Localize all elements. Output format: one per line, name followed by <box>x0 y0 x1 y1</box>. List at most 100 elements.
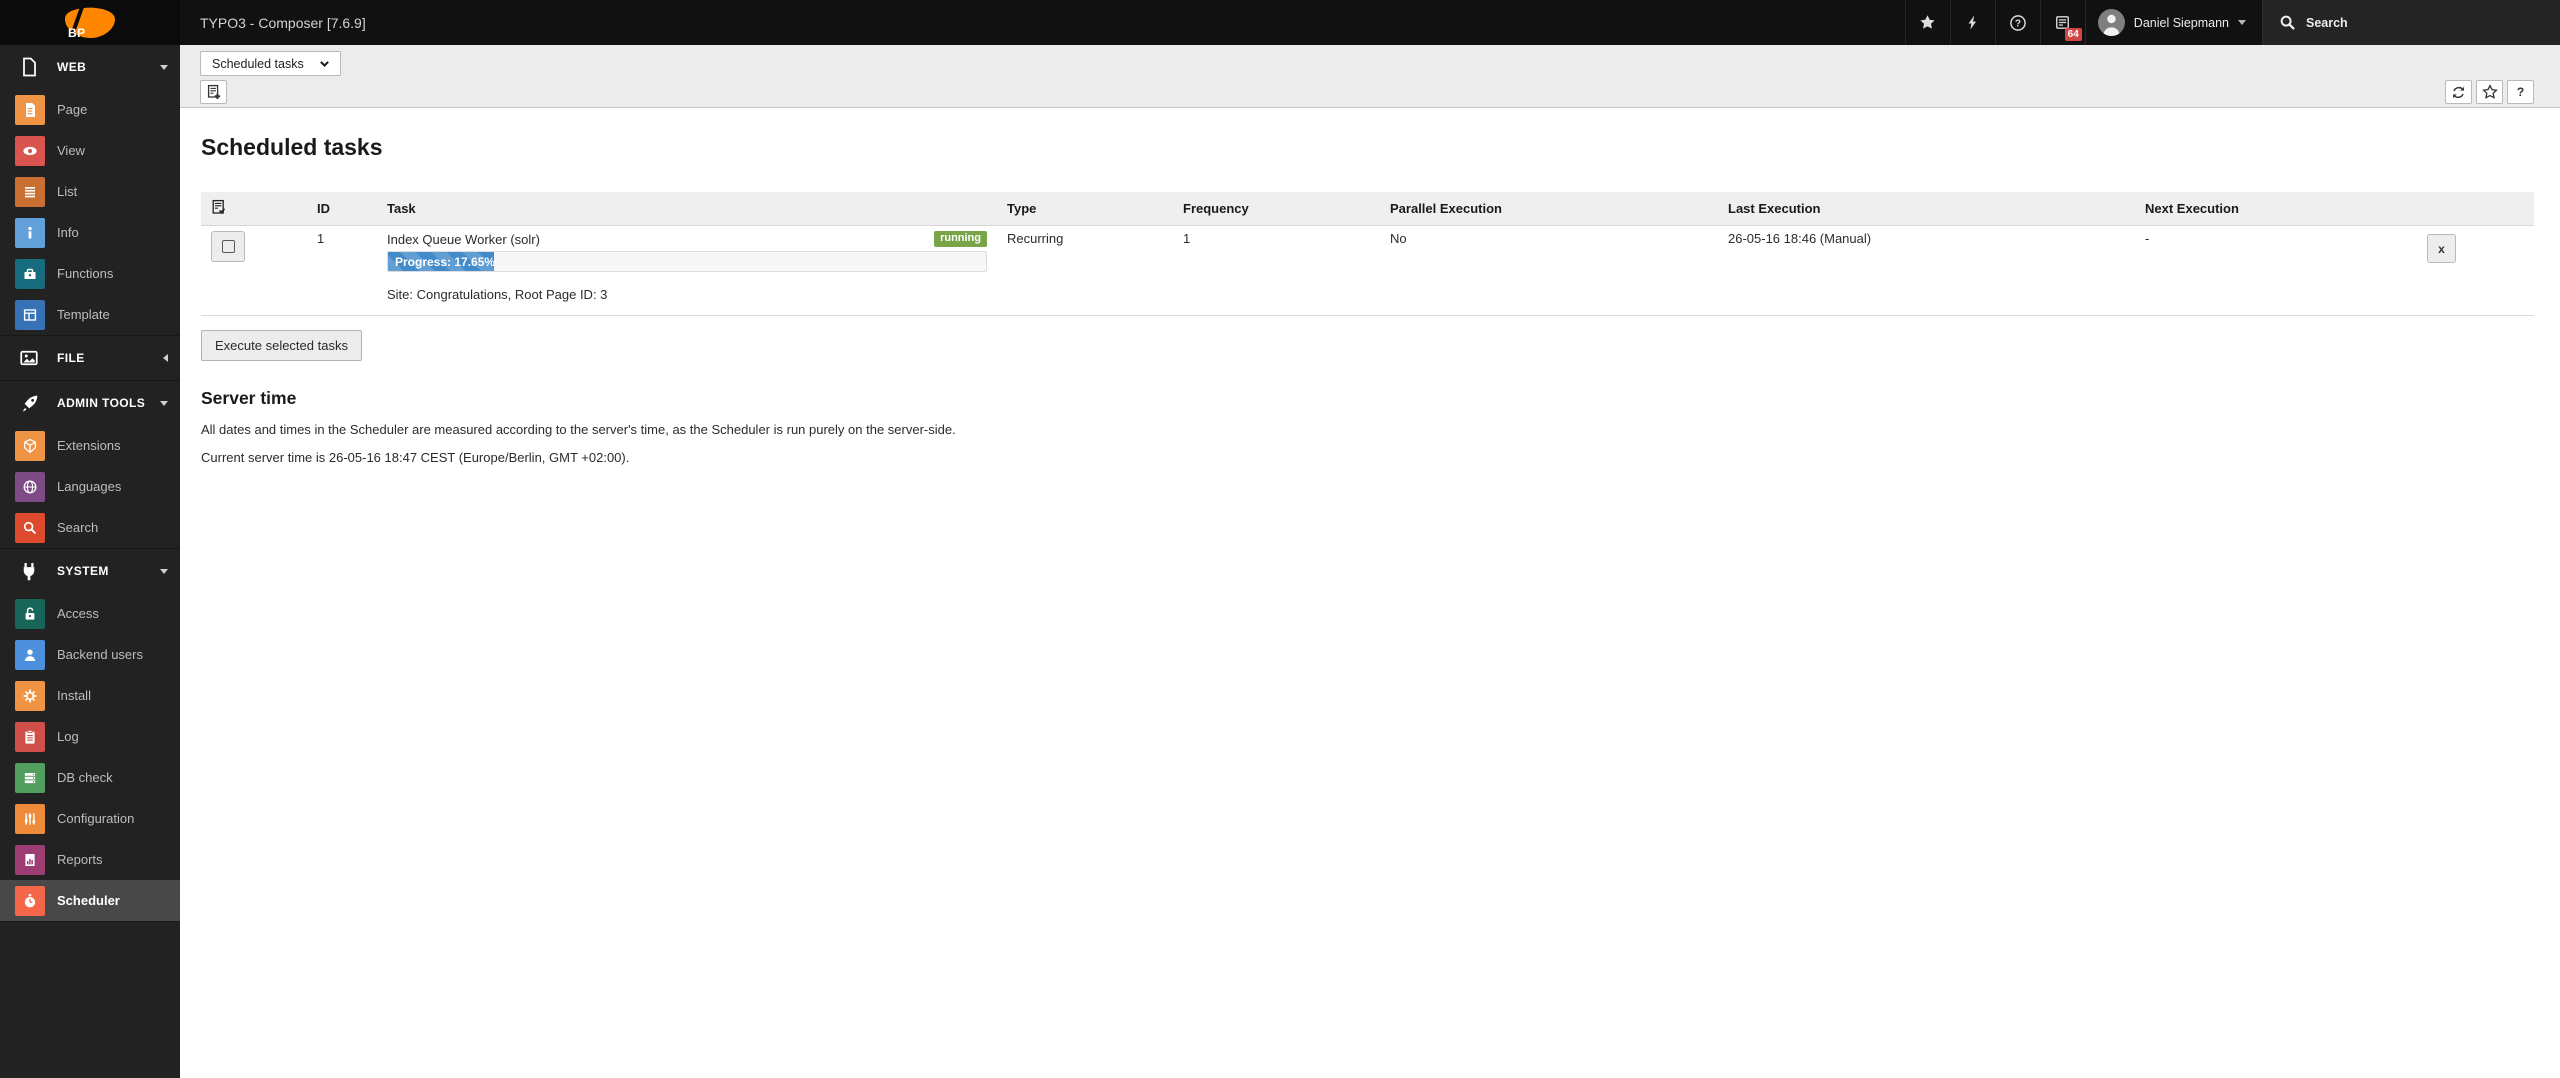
task-frequency-cell: 1 <box>1173 226 1380 316</box>
sidebar-item-view[interactable]: View <box>0 130 180 171</box>
menu-item-label: List <box>57 184 77 199</box>
sidebar-item-info[interactable]: Info <box>0 212 180 253</box>
menu-item-label: DB check <box>57 770 113 785</box>
eye-icon <box>15 136 45 166</box>
sidebar-item-install[interactable]: Install <box>0 675 180 716</box>
page-module-icon <box>15 95 45 125</box>
sidebar-item-page[interactable]: Page <box>0 89 180 130</box>
server-stack-icon <box>15 763 45 793</box>
magnifier-icon <box>15 513 45 543</box>
task-type-cell: Recurring <box>997 226 1173 316</box>
help-button[interactable]: ? <box>1995 0 2040 45</box>
sidebar-item-reports[interactable]: Reports <box>0 839 180 880</box>
progress-track: Progress: 17.65% <box>387 251 987 272</box>
sidebar-item-configuration[interactable]: Configuration <box>0 798 180 839</box>
chevron-down-icon <box>160 65 168 70</box>
task-name-link[interactable]: Index Queue Worker (solr) <box>387 232 540 247</box>
chevron-left-icon <box>163 354 168 362</box>
progress-bar: Progress: 17.65% <box>388 252 494 271</box>
stop-task-button[interactable]: x <box>2427 234 2456 263</box>
chevron-down-icon <box>160 401 168 406</box>
toolbox-icon <box>15 259 45 289</box>
menu-item-label: Install <box>57 688 91 703</box>
open-documents-count-badge: 64 <box>2065 28 2082 41</box>
module-function-select[interactable]: Scheduled tasks <box>200 51 341 76</box>
info-icon <box>15 218 45 248</box>
column-header-frequency: Frequency <box>1173 192 1380 226</box>
column-header-parallel-execution: Parallel Execution <box>1380 192 1718 226</box>
gear-icon <box>15 681 45 711</box>
section-header-system[interactable]: SYSTEM <box>0 549 180 593</box>
reload-button[interactable] <box>2445 80 2472 104</box>
sidebar-item-scheduler[interactable]: Scheduler <box>0 880 180 921</box>
topbar-spacer <box>366 0 1905 45</box>
menu-section-system: SYSTEM Access Backend users Install <box>0 548 180 922</box>
star-outline-icon <box>2482 84 2498 100</box>
sidebar-item-search[interactable]: Search <box>0 507 180 548</box>
refresh-icon <box>2451 85 2466 100</box>
avatar <box>2098 9 2125 36</box>
site-title: TYPO3 - Composer [7.6.9] <box>180 0 366 45</box>
menu-item-label: Access <box>57 606 99 621</box>
menu-item-label: Languages <box>57 479 121 494</box>
rocket-icon <box>17 393 41 414</box>
task-checkbox[interactable] <box>211 231 245 262</box>
sidebar-item-template[interactable]: Template <box>0 294 180 335</box>
toggle-all-header[interactable] <box>201 192 307 226</box>
menu-item-label: Page <box>57 102 87 117</box>
menu-item-label: Log <box>57 729 79 744</box>
column-header-type: Type <box>997 192 1173 226</box>
menu-item-label: Scheduler <box>57 893 120 908</box>
user-icon <box>15 640 45 670</box>
sidebar-item-log[interactable]: Log <box>0 716 180 757</box>
sidebar-item-db-check[interactable]: DB check <box>0 757 180 798</box>
image-icon <box>17 348 41 368</box>
package-icon <box>15 431 45 461</box>
search-button[interactable]: Search <box>2262 0 2560 45</box>
help-circle-icon: ? <box>2009 14 2027 32</box>
typo3-logo[interactable]: BP <box>0 0 180 45</box>
section-header-file[interactable]: FILE <box>0 336 180 380</box>
bookmarks-button[interactable] <box>1905 0 1950 45</box>
chevron-down-icon <box>160 569 168 574</box>
menu-item-label: View <box>57 143 85 158</box>
sidebar-item-functions[interactable]: Functions <box>0 253 180 294</box>
chevron-down-icon <box>2238 20 2246 25</box>
column-header-actions <box>2417 192 2534 226</box>
column-header-last-execution: Last Execution <box>1718 192 2135 226</box>
execute-selected-tasks-button[interactable]: Execute selected tasks <box>201 330 362 361</box>
lightning-bolt-icon <box>1965 14 1980 31</box>
sidebar-item-extensions[interactable]: Extensions <box>0 425 180 466</box>
sidebar-item-access[interactable]: Access <box>0 593 180 634</box>
menu-section-admin-tools: ADMIN TOOLS Extensions Languages Searc <box>0 380 180 548</box>
logo-overlay-text: BP <box>68 26 86 40</box>
chevron-down-icon <box>318 57 331 70</box>
toggle-checkboxes-icon <box>211 199 227 215</box>
sliders-icon <box>15 804 45 834</box>
clear-cache-button[interactable] <box>1950 0 1995 45</box>
section-label: WEB <box>57 60 160 74</box>
sidebar-item-backend-users[interactable]: Backend users <box>0 634 180 675</box>
topbar: BP TYPO3 - Composer [7.6.9] ? <box>0 0 2560 45</box>
section-header-web[interactable]: WEB <box>0 45 180 89</box>
task-site-info: Site: Congratulations, Root Page ID: 3 <box>387 287 987 302</box>
content-area: Scheduled tasks <box>180 45 2560 1078</box>
add-task-button[interactable] <box>200 80 227 104</box>
csh-help-button[interactable]: ? <box>2507 80 2534 104</box>
new-record-icon <box>206 84 222 100</box>
bookmark-button[interactable] <box>2476 80 2503 104</box>
user-menu[interactable]: Daniel Siepmann <box>2085 0 2262 45</box>
section-label: FILE <box>57 351 163 365</box>
sidebar-item-list[interactable]: List <box>0 171 180 212</box>
table-row: 1 Index Queue Worker (solr) running Prog… <box>201 226 2534 316</box>
menu-item-label: Info <box>57 225 79 240</box>
open-documents-button[interactable]: 64 <box>2040 0 2085 45</box>
section-header-admin-tools[interactable]: ADMIN TOOLS <box>0 381 180 425</box>
search-label: Search <box>2306 16 2348 30</box>
clipboard-icon <box>15 722 45 752</box>
module-menu: WEB Page View List <box>0 45 180 1078</box>
table-header-row: ID Task Type Frequency Parallel Executio… <box>201 192 2534 226</box>
sidebar-item-languages[interactable]: Languages <box>0 466 180 507</box>
globe-icon <box>15 472 45 502</box>
report-chart-icon <box>15 845 45 875</box>
